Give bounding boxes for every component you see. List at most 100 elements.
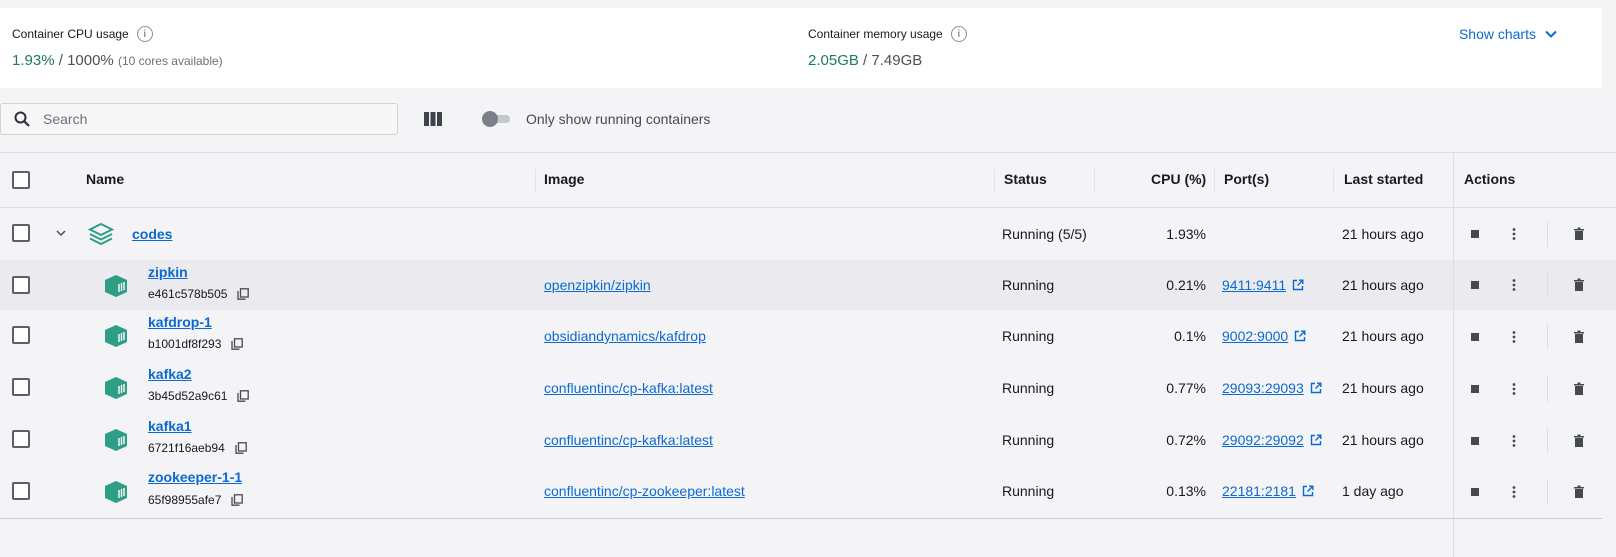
- container-cpu: 0.77%: [1166, 380, 1206, 396]
- stop-icon[interactable]: [1467, 226, 1483, 242]
- group-status: Running (5/5): [1002, 226, 1087, 242]
- container-cpu: 0.1%: [1174, 328, 1206, 344]
- image-link[interactable]: openzipkin/zipkin: [544, 277, 651, 293]
- column-header-status[interactable]: Status: [1004, 171, 1047, 187]
- row-checkbox[interactable]: [12, 482, 30, 500]
- column-header-image[interactable]: Image: [544, 171, 584, 187]
- row-checkbox[interactable]: [12, 276, 30, 294]
- search-box[interactable]: [0, 103, 398, 135]
- container-icon: [105, 275, 127, 297]
- search-icon: [14, 111, 30, 127]
- external-link-icon[interactable]: [1302, 485, 1314, 497]
- cpu-usage-label: Container CPU usage: [12, 27, 129, 41]
- show-charts-button[interactable]: Show charts: [1459, 26, 1558, 42]
- copy-icon[interactable]: [235, 442, 247, 454]
- external-link-icon[interactable]: [1310, 382, 1322, 394]
- external-link-icon[interactable]: [1292, 279, 1304, 291]
- trash-icon[interactable]: [1571, 226, 1587, 242]
- port-link[interactable]: 29093:29093: [1222, 380, 1322, 396]
- container-name-link[interactable]: kafka1: [148, 418, 192, 434]
- container-last-started: 1 day ago: [1342, 483, 1404, 499]
- copy-icon[interactable]: [231, 494, 244, 506]
- column-header-last-started[interactable]: Last started: [1344, 171, 1423, 187]
- container-status: Running: [1002, 483, 1055, 499]
- container-name-link[interactable]: zookeeper-1-1: [148, 469, 242, 485]
- container-cpu: 0.13%: [1166, 483, 1206, 499]
- table-header: Name Image Status CPU (%) Port(s) Last s…: [0, 152, 1616, 208]
- info-icon[interactable]: i: [136, 26, 153, 42]
- column-header-name[interactable]: Name: [86, 171, 124, 187]
- table-row[interactable]: zookeeper-1-1 65f98955afe7 confluentinc/…: [0, 466, 1616, 518]
- trash-icon[interactable]: [1571, 381, 1587, 397]
- running-only-toggle[interactable]: [482, 111, 512, 127]
- external-link-icon[interactable]: [1310, 434, 1322, 446]
- stop-icon[interactable]: [1467, 277, 1483, 293]
- more-vertical-icon[interactable]: [1506, 433, 1522, 449]
- stop-icon[interactable]: [1467, 329, 1483, 345]
- stop-icon[interactable]: [1467, 381, 1483, 397]
- trash-icon[interactable]: [1571, 433, 1587, 449]
- container-name-link[interactable]: kafka2: [148, 366, 192, 382]
- more-vertical-icon[interactable]: [1506, 484, 1522, 500]
- copy-icon[interactable]: [231, 338, 244, 350]
- table-row[interactable]: kafka1 6721f16aeb94 confluentinc/cp-kafk…: [0, 414, 1616, 466]
- running-only-label: Only show running containers: [526, 111, 711, 127]
- memory-separator: /: [863, 52, 868, 69]
- stats-bar: Container CPU usage i 1.93% / 1000% (10 …: [0, 8, 1602, 88]
- stop-icon[interactable]: [1467, 484, 1483, 500]
- container-cpu: 0.21%: [1166, 277, 1206, 293]
- port-link[interactable]: 9411:9411: [1222, 277, 1304, 293]
- search-input[interactable]: [43, 111, 383, 127]
- chevron-down-icon[interactable]: [55, 227, 67, 239]
- container-icon: [105, 325, 127, 347]
- more-vertical-icon[interactable]: [1506, 226, 1522, 242]
- row-checkbox[interactable]: [12, 224, 30, 242]
- table-row[interactable]: zipkin e461c578b505 openzipkin/zipkin Ru…: [0, 260, 1616, 310]
- more-vertical-icon[interactable]: [1506, 329, 1522, 345]
- column-header-cpu[interactable]: CPU (%): [1151, 171, 1206, 187]
- table-row[interactable]: kafdrop-1 b1001df8f293 obsidiandynamics/…: [0, 310, 1616, 362]
- image-link[interactable]: confluentinc/cp-zookeeper:latest: [544, 483, 745, 499]
- port-link[interactable]: 22181:2181: [1222, 483, 1314, 499]
- cpu-usage-value: 1.93%: [12, 52, 55, 69]
- row-checkbox[interactable]: [12, 378, 30, 396]
- container-name-link[interactable]: zipkin: [148, 264, 188, 280]
- port-link[interactable]: 9002:9000: [1222, 328, 1306, 344]
- more-vertical-icon[interactable]: [1506, 277, 1522, 293]
- container-status: Running: [1002, 328, 1055, 344]
- trash-icon[interactable]: [1571, 484, 1587, 500]
- memory-usage-value: 2.05GB: [808, 52, 859, 69]
- container-last-started: 21 hours ago: [1342, 380, 1424, 396]
- info-icon[interactable]: i: [950, 26, 967, 42]
- container-id: 65f98955afe7: [148, 493, 244, 507]
- table-row-group[interactable]: codes Running (5/5) 1.93% 21 hours ago: [0, 208, 1616, 260]
- toolbar: Only show running containers: [0, 103, 760, 135]
- row-checkbox[interactable]: [12, 430, 30, 448]
- row-checkbox[interactable]: [12, 326, 30, 344]
- image-link[interactable]: obsidiandynamics/kafdrop: [544, 328, 706, 344]
- image-link[interactable]: confluentinc/cp-kafka:latest: [544, 432, 713, 448]
- container-name-link[interactable]: kafdrop-1: [148, 314, 212, 330]
- group-cpu: 1.93%: [1166, 226, 1206, 242]
- column-header-ports[interactable]: Port(s): [1224, 171, 1269, 187]
- cpu-cores-note: (10 cores available): [117, 54, 223, 68]
- copy-icon[interactable]: [237, 288, 250, 300]
- port-link[interactable]: 29092:29092: [1222, 432, 1322, 448]
- cpu-total: 1000%: [67, 52, 114, 69]
- table-row[interactable]: kafka2 3b45d52a9c61 confluentinc/cp-kafk…: [0, 362, 1616, 414]
- stop-icon[interactable]: [1467, 433, 1483, 449]
- trash-icon[interactable]: [1571, 329, 1587, 345]
- show-charts-label: Show charts: [1458, 26, 1536, 42]
- copy-icon[interactable]: [237, 390, 250, 402]
- container-id: e461c578b505: [148, 287, 250, 301]
- container-status: Running: [1002, 380, 1055, 396]
- group-name-link[interactable]: codes: [132, 226, 172, 242]
- more-vertical-icon[interactable]: [1506, 381, 1522, 397]
- container-last-started: 21 hours ago: [1342, 328, 1424, 344]
- trash-icon[interactable]: [1571, 277, 1587, 293]
- columns-icon[interactable]: [423, 109, 443, 129]
- container-id: 6721f16aeb94: [148, 441, 247, 455]
- external-link-icon[interactable]: [1294, 330, 1306, 342]
- image-link[interactable]: confluentinc/cp-kafka:latest: [544, 380, 713, 396]
- select-all-checkbox[interactable]: [12, 171, 30, 189]
